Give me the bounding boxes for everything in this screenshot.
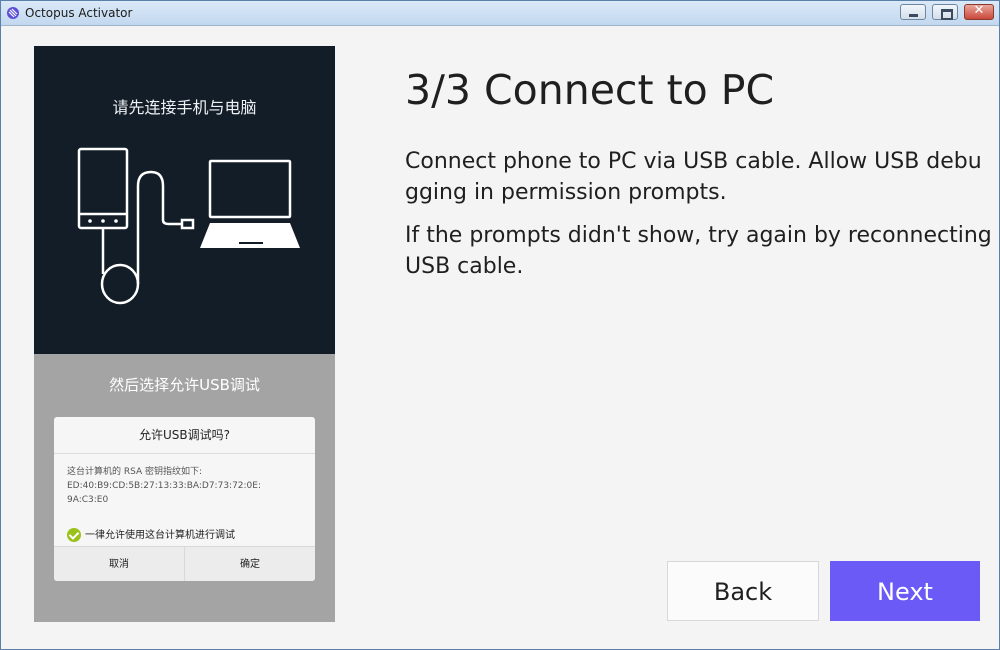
minimize-button[interactable] (900, 4, 926, 20)
checkbox-label: 一律允许使用这台计算机进行调试 (85, 530, 235, 541)
dialog-button-row: 取消 确定 (54, 546, 315, 581)
checkmark-icon (67, 528, 81, 542)
back-button[interactable]: Back (667, 561, 819, 621)
dialog-ok-button: 确定 (240, 559, 260, 570)
next-button[interactable]: Next (830, 561, 980, 621)
illustration-caption-allow: 然后选择允许USB调试 (109, 376, 260, 394)
close-icon: ✕ (973, 3, 985, 18)
step-heading: 3/3 Connect to PC (405, 66, 775, 114)
app-window: Octopus Activator ✕ 请先连接手机与电脑 然后选择允许USB调… (0, 0, 1000, 650)
octopus-app-icon (7, 7, 19, 19)
usb-debug-dialog: 允许USB调试吗? 这台计算机的 RSA 密钥指纹如下: ED:40:B9:CD… (54, 417, 315, 581)
connection-illustration: 请先连接手机与电脑 然后选择允许USB调试 允许USB调试吗? 这台计算机的 R… (34, 46, 335, 622)
window-title: Octopus Activator (25, 6, 133, 20)
always-allow-checkbox: 一律允许使用这台计算机进行调试 (67, 526, 235, 542)
title-bar[interactable]: Octopus Activator ✕ (1, 1, 999, 26)
content-area: 请先连接手机与电脑 然后选择允许USB调试 允许USB调试吗? 这台计算机的 R… (1, 26, 999, 649)
dialog-body: 这台计算机的 RSA 密钥指纹如下: ED:40:B9:CD:5B:27:13:… (67, 465, 307, 507)
dialog-fingerprint-line: ED:40:B9:CD:5B:27:13:33:BA:D7:73:72:0E: (67, 481, 262, 491)
maximize-button[interactable] (932, 4, 958, 20)
dialog-title: 允许USB调试吗? (54, 417, 315, 454)
instruction-paragraph: Connect phone to PC via USB cable. Allow… (405, 149, 982, 205)
phone-laptop-usb-icon (77, 147, 300, 305)
dialog-cancel-button: 取消 (54, 547, 185, 581)
dialog-body-line: 这台计算机的 RSA 密钥指纹如下: (67, 467, 203, 477)
dialog-fingerprint-line: 9A:C3:E0 (67, 495, 109, 505)
illustration-top-panel: 请先连接手机与电脑 (34, 46, 335, 354)
minimize-icon (909, 14, 918, 17)
retry-paragraph: If the prompts didn't show, try again by… (405, 223, 992, 279)
close-button[interactable]: ✕ (964, 3, 994, 20)
maximize-icon (941, 9, 953, 20)
